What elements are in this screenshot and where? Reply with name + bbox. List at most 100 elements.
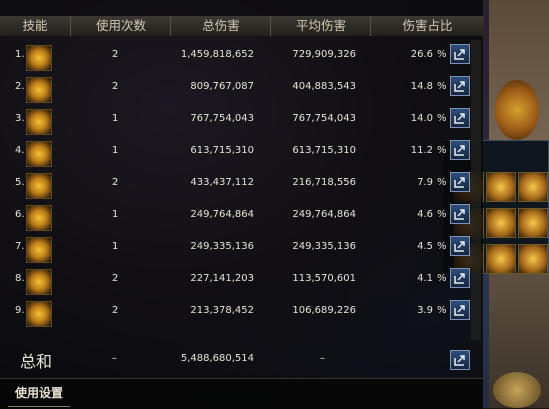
share-icon [454, 81, 465, 92]
skill-icon[interactable] [26, 173, 52, 199]
total-damage: 433,437,112 [190, 177, 254, 188]
share-icon [454, 355, 465, 366]
damage-stats-panel: 技能 使用次数 总伤害 平均伤害 伤害占比 1. 2 1,459,818,652… [0, 0, 484, 409]
percent-sign: % [437, 209, 447, 220]
share-icon [454, 273, 465, 284]
total-damage: 249,335,136 [190, 241, 254, 252]
skill-icon[interactable] [518, 208, 548, 238]
skill-icon[interactable] [26, 205, 52, 231]
share-button[interactable] [450, 204, 470, 224]
share-icon [454, 209, 465, 220]
skill-icon[interactable] [486, 244, 516, 274]
use-count: 2 [112, 273, 119, 284]
col-header-avg[interactable]: 平均伤害 [270, 16, 371, 36]
skill-icon[interactable] [486, 208, 516, 238]
col-header-pct[interactable]: 伤害占比 [370, 16, 484, 36]
skill-icon[interactable] [26, 109, 52, 135]
total-row: 总和 – 5,488,680,514 – [0, 342, 483, 376]
avg-damage: 404,883,543 [292, 81, 356, 92]
percent-sign: % [437, 49, 447, 60]
share-button[interactable] [450, 300, 470, 320]
table-row: 4. 1 613,715,310 613,715,310 11.2 % [0, 136, 483, 168]
share-icon [454, 305, 465, 316]
use-count: 2 [112, 177, 119, 188]
table-header: 技能 使用次数 总伤害 平均伤害 伤害占比 [0, 16, 484, 36]
row-number: 5. [15, 177, 25, 188]
total-damage: 767,754,043 [190, 113, 254, 124]
share-total-button[interactable] [450, 350, 470, 370]
skill-icon[interactable] [26, 141, 52, 167]
share-button[interactable] [450, 172, 470, 192]
percent-sign: % [437, 241, 447, 252]
use-count: 2 [112, 305, 119, 316]
col-header-total[interactable]: 总伤害 [170, 16, 271, 36]
row-number: 6. [15, 209, 25, 220]
damage-percent: 7.9 [417, 177, 433, 188]
damage-percent: 4.1 [417, 273, 433, 284]
skill-icon[interactable] [518, 172, 548, 202]
share-icon [454, 241, 465, 252]
guild-emblem-icon[interactable] [495, 80, 539, 140]
share-button[interactable] [450, 76, 470, 96]
tab-usage-settings[interactable]: 使用设置 [0, 379, 78, 409]
use-count: 1 [112, 241, 119, 252]
share-icon [454, 177, 465, 188]
skill-icon[interactable] [486, 172, 516, 202]
row-number: 7. [15, 241, 25, 252]
col-header-skill[interactable]: 技能 [0, 16, 70, 36]
skill-icon[interactable] [26, 77, 52, 103]
skill-icon[interactable] [26, 237, 52, 263]
total-avg: – [320, 353, 325, 364]
skill-icon[interactable] [26, 45, 52, 71]
total-label: 总和 [20, 352, 53, 371]
percent-sign: % [437, 81, 447, 92]
table-row: 7. 1 249,335,136 249,335,136 4.5 % [0, 232, 483, 264]
percent-sign: % [437, 145, 447, 156]
percent-sign: % [437, 273, 447, 284]
row-number: 1. [15, 49, 25, 60]
total-damage-sum: 5,488,680,514 [180, 353, 254, 364]
use-count: 2 [112, 49, 119, 60]
share-button[interactable] [450, 108, 470, 128]
use-count: 1 [112, 209, 119, 220]
skill-icon[interactable] [26, 269, 52, 295]
total-damage: 809,767,087 [190, 81, 254, 92]
avg-damage: 113,570,601 [292, 273, 356, 284]
row-number: 8. [15, 273, 25, 284]
damage-percent: 4.5 [417, 241, 433, 252]
share-icon [454, 113, 465, 124]
share-button[interactable] [450, 268, 470, 288]
skill-icon[interactable] [26, 301, 52, 327]
damage-percent: 4.6 [417, 209, 433, 220]
avg-damage: 613,715,310 [292, 145, 356, 156]
avg-damage: 249,764,864 [292, 209, 356, 220]
row-number: 2. [15, 81, 25, 92]
share-button[interactable] [450, 236, 470, 256]
row-number: 9. [15, 305, 25, 316]
table-row: 1. 2 1,459,818,652 729,909,326 26.6 % [0, 40, 483, 72]
total-uses: – [112, 353, 117, 364]
avg-damage: 249,335,136 [292, 241, 356, 252]
percent-sign: % [437, 177, 447, 188]
table-row: 9. 2 213,378,452 106,689,226 3.9 % [0, 296, 483, 328]
damage-percent: 26.6 [410, 49, 433, 60]
table-row: 6. 1 249,764,864 249,764,864 4.6 % [0, 200, 483, 232]
use-count: 2 [112, 81, 119, 92]
scrollbar[interactable] [471, 40, 481, 340]
avg-damage: 106,689,226 [292, 305, 356, 316]
avg-damage: 729,909,326 [292, 49, 356, 60]
share-button[interactable] [450, 44, 470, 64]
panel-top-bar [0, 0, 483, 16]
use-count: 1 [112, 113, 119, 124]
use-count: 1 [112, 145, 119, 156]
col-header-uses[interactable]: 使用次数 [70, 16, 171, 36]
damage-percent: 11.2 [410, 145, 433, 156]
row-number: 3. [15, 113, 25, 124]
avg-damage: 767,754,043 [292, 113, 356, 124]
percent-sign: % [437, 305, 447, 316]
skill-icon[interactable] [518, 244, 548, 274]
share-button[interactable] [450, 140, 470, 160]
minimap-orb-icon [493, 372, 541, 408]
total-damage: 249,764,864 [190, 209, 254, 220]
avg-damage: 216,718,556 [292, 177, 356, 188]
